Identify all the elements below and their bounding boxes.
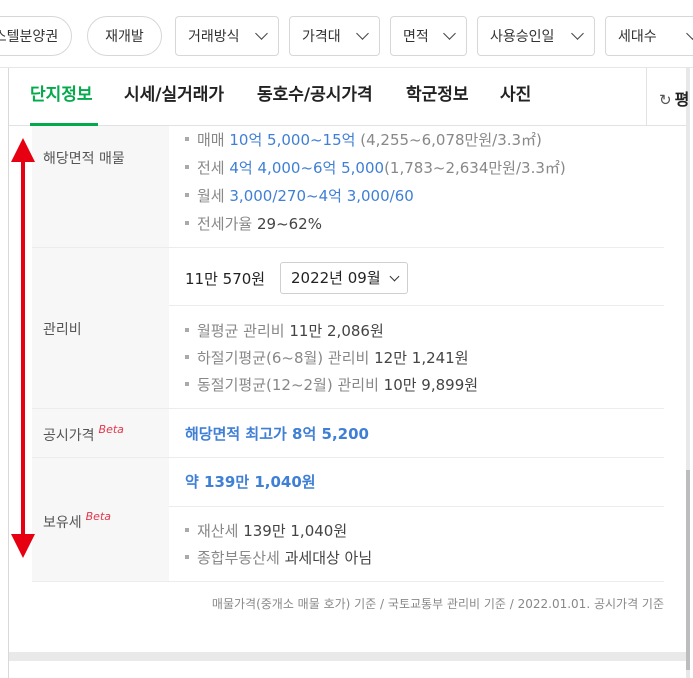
filter-dropdown-area[interactable]: 면적	[390, 16, 467, 56]
bullet-icon	[185, 136, 189, 141]
listing-ratio-value: 29~62%	[256, 215, 322, 233]
tax-item-label: 종합부동산세	[197, 549, 280, 567]
bullet-icon	[185, 327, 189, 332]
maintenance-summer-line: 하절기평균(6~8월) 관리비 12만 1,241원	[185, 347, 469, 368]
listing-sale-range[interactable]: 10억 5,000~15억	[229, 131, 355, 149]
row-label-text: 공시가격	[43, 428, 95, 444]
bullet-icon	[185, 554, 189, 559]
tab-complex-info[interactable]: 단지정보	[30, 68, 98, 126]
tab-photos[interactable]: 사진	[500, 68, 531, 126]
tax-item-value: 139만 1,040원	[243, 522, 348, 540]
listing-kind: 전세가율	[197, 215, 253, 233]
property-tax-line: 재산세 139만 1,040원	[185, 520, 347, 541]
scrollbar-thumb[interactable]	[686, 470, 690, 670]
bullet-icon	[185, 354, 189, 359]
listing-per-area: (1,783~2,634만원/3.3㎡)	[384, 159, 566, 177]
bullet-icon	[185, 381, 189, 386]
listing-jeonse-line: 전세 4억 4,000~6억 5,000(1,783~2,634만원/3.3㎡)	[185, 157, 566, 178]
filter-dropdown-label: 세대수	[618, 29, 657, 45]
tax-item-label: 재산세	[197, 522, 239, 540]
bullet-icon	[185, 192, 189, 197]
filter-dropdown-label: 면적	[403, 29, 429, 45]
detail-tabs: 단지정보 시세/실거래가 동호수/공시가격 학군정보 사진 ↻ 평	[9, 68, 689, 126]
double-arrow-annotation	[11, 138, 35, 558]
row-label: 보유세 Beta	[43, 510, 112, 532]
listing-kind: 전세	[197, 159, 225, 177]
row-label: 관리비	[43, 322, 82, 338]
listing-monthly-range[interactable]: 3,000/270~4억 3,000/60	[229, 187, 413, 205]
listing-kind: 월세	[197, 187, 225, 205]
maintenance-item-value: 11만 2,086원	[289, 322, 384, 340]
area-unit-toggle[interactable]: ↻ 평	[659, 86, 689, 110]
filter-chip-officetel-presale[interactable]: 스텔분양권	[0, 16, 72, 56]
listing-per-area: (4,255~6,078만원/3.3㎡)	[360, 131, 542, 149]
info-row-listing: 해당면적 매물 매매 10억 5,000~15억 (4,255~6,078만원/…	[32, 126, 664, 248]
maintenance-winter-line: 동절기평균(12~2월) 관리비 10만 9,899원	[185, 374, 478, 395]
refresh-icon: ↻	[659, 91, 672, 109]
filter-dropdown-trade-type[interactable]: 거래방식	[175, 16, 279, 56]
data-source-footnote: 매물가격(중개소 매물 호가) 기준 / 국토교통부 관리비 기준 / 2022…	[211, 597, 664, 611]
tab-market-price[interactable]: 시세/실거래가	[124, 68, 224, 126]
listing-monthly-line: 월세 3,000/270~4억 3,000/60	[185, 185, 414, 206]
maintenance-item-value: 10만 9,899원	[383, 376, 479, 394]
maintenance-item-label: 동절기평균(12~2월) 관리비	[197, 376, 379, 394]
row-label: 해당면적 매물	[43, 151, 125, 167]
chevron-down-icon	[686, 27, 693, 40]
filter-dropdown-approval-date[interactable]: 사용승인일	[477, 16, 595, 56]
divider	[169, 506, 664, 507]
bullet-icon	[185, 220, 189, 225]
filter-dropdown-households[interactable]: 세대수	[605, 16, 693, 56]
filter-dropdown-label: 거래방식	[188, 29, 240, 45]
chevron-down-icon	[255, 27, 268, 40]
chevron-down-icon	[356, 27, 369, 40]
chevron-down-icon	[443, 27, 456, 40]
bullet-icon	[185, 164, 189, 169]
divider	[169, 305, 664, 306]
month-select-value: 2022년 09월	[291, 269, 381, 287]
filter-dropdown-label: 가격대	[302, 29, 341, 45]
section-separator	[9, 652, 686, 661]
listing-jeonse-range[interactable]: 4억 4,000~6억 5,000	[229, 159, 384, 177]
row-label: 공시가격 Beta	[43, 423, 124, 445]
public-price-link[interactable]: 해당면적 최고가 8억 5,200	[185, 423, 369, 444]
holding-tax-total[interactable]: 약 139만 1,040원	[185, 471, 316, 492]
filter-dropdown-price-range[interactable]: 가격대	[289, 16, 380, 56]
row-label-cell: 해당면적 매물	[32, 126, 169, 247]
tab-school-info[interactable]: 학군정보	[406, 68, 469, 126]
listing-ratio-line: 전세가율 29~62%	[185, 213, 322, 234]
filter-chip-redevelopment[interactable]: 재개발	[87, 16, 162, 56]
beta-badge: Beta	[98, 423, 124, 436]
maintenance-item-label: 월평균 관리비	[197, 322, 285, 340]
area-unit-label: 평	[674, 90, 690, 109]
filter-chip-label: 스텔분양권	[0, 29, 59, 45]
maintenance-item-value: 12만 1,241원	[374, 349, 469, 367]
beta-badge: Beta	[85, 510, 112, 523]
info-row-public-price: 공시가격 Beta 해당면적 최고가 8억 5,200	[32, 409, 664, 458]
listing-kind: 매매	[197, 131, 225, 149]
row-label-cell: 관리비	[32, 248, 169, 408]
chevron-down-icon	[571, 27, 584, 40]
maintenance-item-label: 하절기평균(6~8월) 관리비	[197, 349, 370, 367]
comprehensive-tax-line: 종합부동산세 과세대상 아님	[185, 547, 372, 568]
filter-dropdown-label: 사용승인일	[490, 29, 555, 45]
maintenance-month-select[interactable]: 2022년 09월	[280, 262, 408, 294]
row-label-cell: 보유세 Beta	[32, 458, 169, 581]
tax-item-value: 과세대상 아님	[284, 549, 373, 567]
tab-unit-public-price[interactable]: 동호수/공시가격	[257, 68, 373, 126]
row-label-cell: 공시가격 Beta	[32, 409, 169, 457]
maintenance-amount: 11만 570원	[185, 270, 266, 288]
maintenance-avg-line: 월평균 관리비 11만 2,086원	[185, 320, 384, 341]
tab-divider	[646, 68, 647, 126]
filter-chip-label: 재개발	[105, 29, 144, 45]
bullet-icon	[185, 527, 189, 532]
filter-bar: 스텔분양권 재개발 거래방식 가격대 면적 사용승인일 세대수	[0, 0, 693, 68]
info-row-holding-tax: 보유세 Beta 약 139만 1,040원 재산세 139만 1,040원 종합…	[32, 458, 664, 582]
row-label-text: 보유세	[43, 515, 82, 531]
chevron-down-icon	[389, 271, 400, 282]
info-row-maintenance: 관리비 11만 570원 2022년 09월 월평균 관리비 11만 2,086…	[32, 248, 664, 409]
listing-sale-line: 매매 10억 5,000~15억 (4,255~6,078만원/3.3㎡)	[185, 129, 542, 150]
